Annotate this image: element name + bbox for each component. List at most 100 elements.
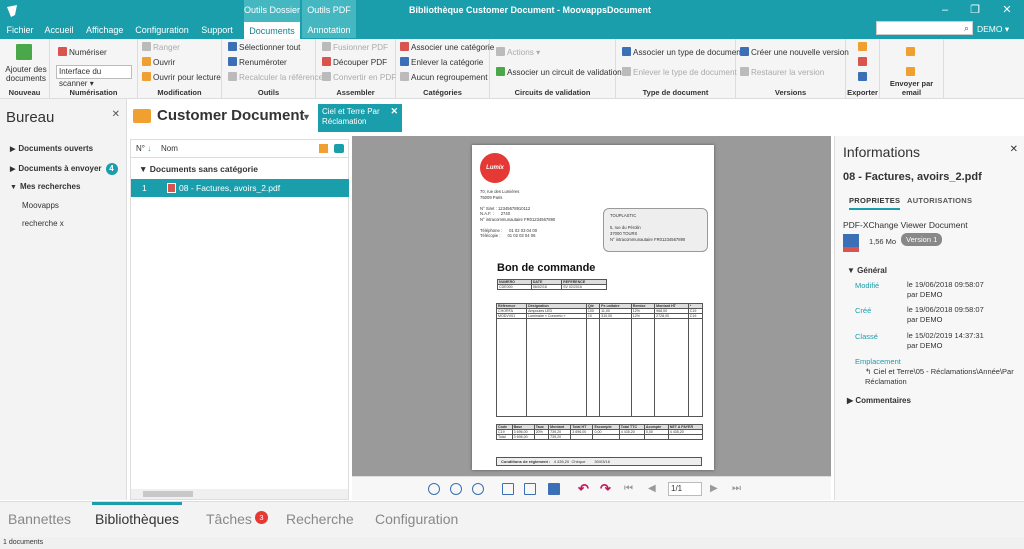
context-tab-outils-pdf[interactable]: Outils PDF [302, 0, 356, 22]
rotate-left-icon[interactable]: ↶ [578, 482, 590, 495]
row-name: 08 - Factures, avoirs_2.pdf [179, 183, 281, 193]
horizontal-scrollbar[interactable] [131, 489, 348, 499]
close-window-icon[interactable]: ✕ [992, 0, 1022, 22]
close-icon[interactable]: ✕ [1010, 144, 1018, 155]
label-classe: Classé [855, 332, 878, 341]
pencil-icon[interactable] [319, 144, 328, 153]
chevron-down-icon[interactable]: ▼ [302, 112, 311, 122]
email-pdf-icon[interactable] [906, 67, 917, 78]
menu-support[interactable]: Support [200, 22, 234, 38]
user-menu[interactable]: DEMO ▾ [977, 22, 1009, 36]
rotate-right-icon[interactable]: ↷ [600, 482, 612, 495]
split-pdf-button[interactable]: Découper PDF [322, 57, 387, 68]
table-row[interactable]: 1 08 - Factures, avoirs_2.pdf [131, 179, 349, 197]
assign-category-button[interactable]: Associer une catégorie [400, 42, 494, 53]
filter-chip[interactable]: Ciel et Terre Par Réclamation ✕ [318, 104, 402, 132]
export-pdf-icon[interactable] [858, 57, 869, 68]
value-emplacement[interactable]: ↰ Ciel et Terre\05 - Réclamations\Année\… [857, 367, 1019, 387]
group-title: Nouveau [8, 88, 41, 97]
tab-recherche[interactable]: Recherche [286, 511, 354, 527]
menu-fichier[interactable]: Fichier [6, 22, 34, 38]
section-general[interactable]: ▼ Général [847, 266, 887, 275]
menu-annotation[interactable]: Annotation [302, 22, 356, 38]
assign-workflow-button[interactable]: Associer un circuit de validation [496, 67, 622, 78]
menu-affichage[interactable]: Affichage [86, 22, 123, 38]
print-icon[interactable] [858, 72, 869, 83]
last-page-icon[interactable]: ⏭ [732, 483, 744, 495]
close-icon[interactable]: ✕ [390, 106, 398, 116]
version-badge[interactable]: Version 1 [901, 233, 943, 246]
fit-page-icon[interactable] [524, 483, 536, 495]
renumber-button[interactable]: Renuméroter [228, 57, 287, 68]
export-icon[interactable] [858, 42, 869, 53]
fit-width-icon[interactable] [548, 483, 560, 495]
close-icon[interactable]: ✕ [112, 109, 120, 120]
column-number[interactable]: N° ↓ [136, 140, 151, 157]
tab-bibliotheques[interactable]: Bibliothèques [91, 502, 183, 527]
new-version-button[interactable]: Créer une nouvelle version [740, 47, 849, 58]
scrollbar-thumb[interactable] [143, 491, 193, 497]
menu-accueil[interactable]: Accueil [44, 22, 74, 38]
value-cree: le 19/06/2018 09:58:07 par DEMO [907, 305, 984, 324]
context-tab-outils-dossier[interactable]: Outils Dossier [244, 0, 300, 22]
recalculate-button[interactable]: Recalculer la référence [228, 72, 323, 83]
group-title: Versions [774, 88, 807, 97]
section-commentaires[interactable]: ▶ Commentaires [847, 396, 911, 405]
tab-autorisations[interactable]: AUTORISATIONS [907, 196, 972, 205]
prev-page-icon[interactable]: ◀ [648, 483, 660, 495]
scan-button[interactable]: Numériser [58, 47, 107, 58]
filter-chip-label: Ciel et Terre Par Réclamation [322, 107, 380, 126]
menu-configuration[interactable]: Configuration [134, 22, 190, 38]
maximize-icon[interactable]: ❐ [960, 0, 990, 22]
remove-category-button[interactable]: Enlever la catégorie [400, 57, 483, 68]
comment-icon[interactable] [334, 144, 344, 153]
menu-documents[interactable]: Documents [244, 22, 300, 39]
payment-conditions: Conditions de règlement : 4 435,20 Chèqu… [496, 457, 702, 466]
ranger-button[interactable]: Ranger [142, 42, 180, 53]
convert-pdf-button[interactable]: Convertir en PDF [322, 72, 396, 83]
actions-button[interactable]: Actions ▾ [496, 47, 540, 58]
merge-pdf-button[interactable]: Fusionner PDF [322, 42, 388, 53]
label-modifie: Modifié [855, 281, 880, 290]
window-title: Bibliothèque Customer Document - Moovapp… [408, 5, 651, 15]
sidebar-item-documents-a-envoyer[interactable]: ▶ Documents à envoyer 4 [10, 163, 118, 175]
tab-proprietes[interactable]: PROPRIETES [849, 196, 901, 210]
ribbon-group-numerisation: Numériser Interface du scanner ▾ Numéris… [50, 39, 138, 99]
column-name[interactable]: Nom [161, 140, 178, 157]
pdf-file-icon [843, 234, 859, 252]
zoom-fit-icon[interactable] [472, 483, 484, 495]
remove-doctype-button[interactable]: Enlever le type de document [622, 67, 737, 78]
email-icon[interactable] [906, 47, 917, 58]
saved-search-item[interactable]: recherche x [22, 219, 64, 228]
actual-size-icon[interactable] [502, 483, 514, 495]
search-icon[interactable]: ⌕ [964, 23, 969, 34]
group-title: Numérisation [69, 88, 118, 97]
scanner-interface-select[interactable]: Interface du scanner ▾ [56, 65, 132, 88]
minimize-icon[interactable]: – [930, 0, 960, 22]
add-documents-button[interactable]: Ajouter des documents [4, 65, 48, 83]
assign-doctype-button[interactable]: Associer un type de document [622, 47, 743, 58]
tab-taches[interactable]: Tâches 3 [206, 511, 268, 527]
no-grouping-button[interactable]: Aucun regroupement [400, 72, 487, 83]
list-header: N° ↓ Nom [131, 140, 348, 158]
pdf-file-icon [167, 183, 176, 193]
page-number-input[interactable]: 1/1 [668, 482, 702, 496]
sidebar-item-documents-ouverts[interactable]: ▶ Documents ouverts [10, 144, 93, 153]
library-header[interactable]: Customer Document ▼ [130, 103, 315, 131]
saved-search-item[interactable]: Moovapps [22, 201, 59, 210]
next-page-icon[interactable]: ▶ [710, 483, 722, 495]
tab-bannettes[interactable]: Bannettes [8, 511, 71, 527]
restore-version-button[interactable]: Restaurer la version [740, 67, 824, 78]
open-readonly-button[interactable]: Ouvrir pour lecture [142, 72, 221, 83]
tab-configuration[interactable]: Configuration [375, 511, 458, 527]
open-button[interactable]: Ouvrir [142, 57, 175, 68]
sidebar-item-mes-recherches[interactable]: ▼ Mes recherches [10, 182, 80, 191]
group-row[interactable]: ▼ Documents sans catégorie [131, 164, 348, 174]
zoom-out-icon[interactable] [450, 483, 462, 495]
add-document-icon[interactable] [16, 44, 34, 62]
select-all-button[interactable]: Sélectionner tout [228, 42, 300, 53]
zoom-in-icon[interactable] [428, 483, 440, 495]
label-emplacement: Emplacement [855, 357, 901, 366]
first-page-icon[interactable]: ⏮ [624, 483, 636, 495]
search-input[interactable]: ⌕ [876, 21, 973, 35]
